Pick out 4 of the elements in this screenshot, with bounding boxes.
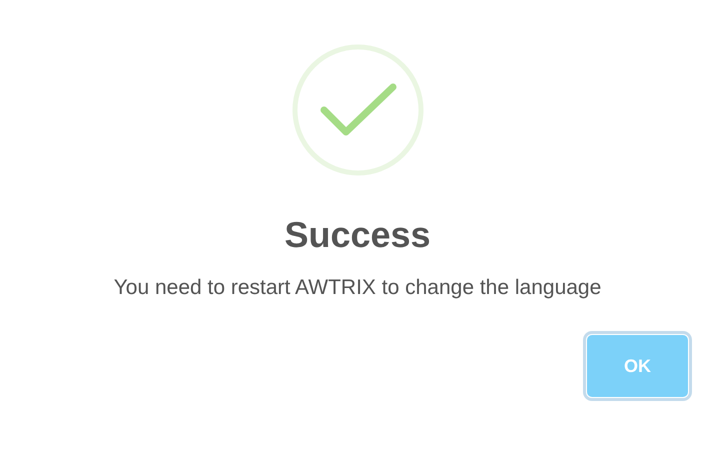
ok-button[interactable]: OK — [587, 335, 688, 397]
dialog-title: Success — [284, 213, 431, 257]
checkmark-icon — [290, 43, 424, 177]
dialog-message: You need to restart AWTRIX to change the language — [114, 275, 602, 301]
